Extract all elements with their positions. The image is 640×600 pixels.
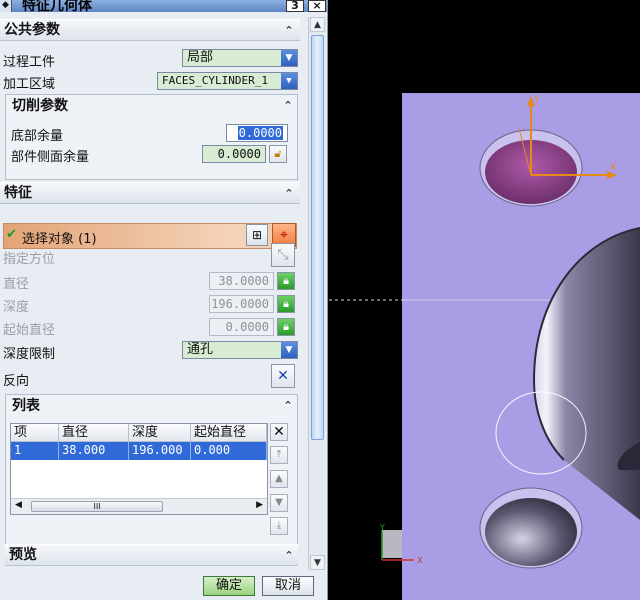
move-up-icon[interactable]: ▲: [270, 470, 288, 488]
table-horizontal-scrollbar[interactable]: ◀ III ▶: [11, 498, 267, 514]
lock-icon[interactable]: 🔓︎: [269, 145, 287, 163]
axis-x-label: X: [610, 163, 616, 173]
table-cell: 196.000: [129, 442, 191, 460]
bottom-stock-input[interactable]: 0.0000: [226, 124, 288, 142]
collapse-icon[interactable]: ⌃: [282, 187, 296, 201]
collapse-icon[interactable]: ⌃: [281, 99, 295, 113]
chevron-down-icon: ▼: [281, 342, 297, 358]
hole-bottom[interactable]: [485, 498, 577, 566]
collapse-icon[interactable]: ⌃: [282, 24, 296, 38]
model-view[interactable]: Y X Y X: [329, 0, 640, 600]
column-header[interactable]: 项: [11, 424, 59, 442]
feature-table: 项 直径 深度 起始直径 1 38.000 196.000 0.000 ◀ II…: [10, 423, 268, 515]
depth-limit-label: 深度限制: [3, 347, 56, 362]
feature-geometry-dialog: ◆ 特征几何体 3 × 公共参数 ⌃ 过程工件 局部 ▼ 加工区域 FACES_…: [0, 0, 328, 600]
depth-label: 深度: [3, 300, 30, 315]
chevron-down-icon: ▼: [281, 73, 297, 89]
table-row[interactable]: 1 38.000 196.000 0.000: [11, 442, 267, 460]
chevron-down-icon: ▼: [281, 50, 297, 66]
select-object-label: 选择对象 (1): [22, 232, 97, 247]
restore-button[interactable]: 3: [286, 0, 304, 12]
start-diameter-label: 起始直径: [3, 323, 56, 338]
section-cut-params-label: 切削参数: [12, 98, 68, 114]
bottom-stock-value: 0.0000: [237, 126, 283, 140]
collapse-icon[interactable]: ⌃: [281, 399, 295, 413]
table-cell: 38.000: [59, 442, 129, 460]
select-object-row[interactable]: ✔ 选择对象 (1) ⊞ ⌖: [3, 223, 297, 249]
bottom-stock-label: 底部余量: [11, 129, 64, 144]
check-icon: ✔: [6, 227, 17, 242]
scroll-down-icon[interactable]: ▼: [310, 555, 325, 570]
process-workpiece-select[interactable]: 局部 ▼: [182, 49, 298, 67]
depth-input[interactable]: 196.0000: [209, 295, 274, 313]
process-workpiece-value: 局部: [187, 50, 214, 65]
section-cut-params[interactable]: 切削参数 ⌃: [6, 95, 297, 117]
table-cell: 1: [11, 442, 59, 460]
cut-region-value: FACES_CYLINDER_1: [162, 74, 268, 87]
section-feature-label: 特征: [4, 185, 32, 201]
scroll-thumb[interactable]: III: [31, 501, 163, 512]
reverse-label: 反向: [3, 374, 30, 389]
diameter-input[interactable]: 38.0000: [209, 272, 274, 290]
add-selection-icon[interactable]: ⊞: [246, 224, 268, 246]
ok-button[interactable]: 确定: [203, 576, 255, 596]
section-list[interactable]: 列表 ⌃: [6, 395, 297, 417]
scroll-right-icon[interactable]: ▶: [256, 500, 263, 510]
section-common-params-label: 公共参数: [4, 22, 60, 38]
delete-row-icon[interactable]: ✕: [270, 423, 288, 441]
side-stock-input[interactable]: 0.0000: [202, 145, 266, 163]
specify-orientation-label: 指定方位: [3, 252, 56, 267]
lock-icon[interactable]: 🔒︎: [277, 272, 295, 290]
cancel-button[interactable]: 取消: [262, 576, 314, 596]
depth-limit-select[interactable]: 通孔 ▼: [182, 341, 298, 359]
scroll-left-icon[interactable]: ◀: [15, 500, 22, 510]
graphics-viewport[interactable]: Y X Y X: [329, 0, 640, 600]
scroll-grip: III: [93, 502, 101, 511]
title-bar: ◆ 特征几何体 3 ×: [0, 0, 327, 14]
cut-region-label: 加工区域: [3, 77, 56, 92]
lock-icon[interactable]: 🔒︎: [277, 295, 295, 313]
move-top-icon[interactable]: ⤒: [270, 446, 288, 464]
section-preview-label: 预览: [9, 547, 37, 563]
column-header[interactable]: 深度: [129, 424, 191, 442]
axis-y-label: Y: [533, 95, 540, 105]
process-workpiece-label: 过程工件: [3, 55, 56, 70]
cut-region-select[interactable]: FACES_CYLINDER_1 ▼: [157, 72, 298, 90]
dialog-content: 公共参数 ⌃ 过程工件 局部 ▼ 加工区域 FACES_CYLINDER_1 ▼…: [0, 12, 306, 572]
start-diameter-input[interactable]: 0.0000: [209, 318, 274, 336]
move-down-icon[interactable]: ▼: [270, 494, 288, 512]
triad-y-label: Y: [379, 523, 385, 532]
section-feature[interactable]: 特征 ⌃: [0, 182, 300, 204]
triad-x-label: X: [417, 556, 423, 565]
close-button[interactable]: ×: [308, 0, 326, 12]
scroll-thumb[interactable]: [311, 35, 324, 440]
side-stock-label: 部件侧面余量: [11, 150, 90, 165]
dialog-vertical-scrollbar[interactable]: ▲ ▼: [308, 17, 325, 570]
reverse-direction-icon[interactable]: ✕: [271, 364, 295, 388]
column-header[interactable]: 直径: [59, 424, 129, 442]
section-common-params[interactable]: 公共参数 ⌃: [0, 19, 300, 41]
section-list-label: 列表: [12, 398, 40, 414]
diameter-label: 直径: [3, 277, 30, 292]
move-bottom-icon[interactable]: ⤓: [270, 517, 288, 535]
table-cell: 0.000: [191, 442, 267, 460]
orientation-icon[interactable]: ⤡: [271, 243, 295, 267]
column-header[interactable]: 起始直径: [191, 424, 267, 442]
scroll-up-icon[interactable]: ▲: [310, 17, 325, 32]
section-preview[interactable]: 预览 ⌃: [5, 544, 298, 566]
app-icon: ◆: [0, 0, 12, 12]
depth-limit-value: 通孔: [187, 342, 214, 357]
collapse-icon[interactable]: ⌃: [282, 549, 296, 563]
lock-icon[interactable]: 🔒︎: [277, 318, 295, 336]
